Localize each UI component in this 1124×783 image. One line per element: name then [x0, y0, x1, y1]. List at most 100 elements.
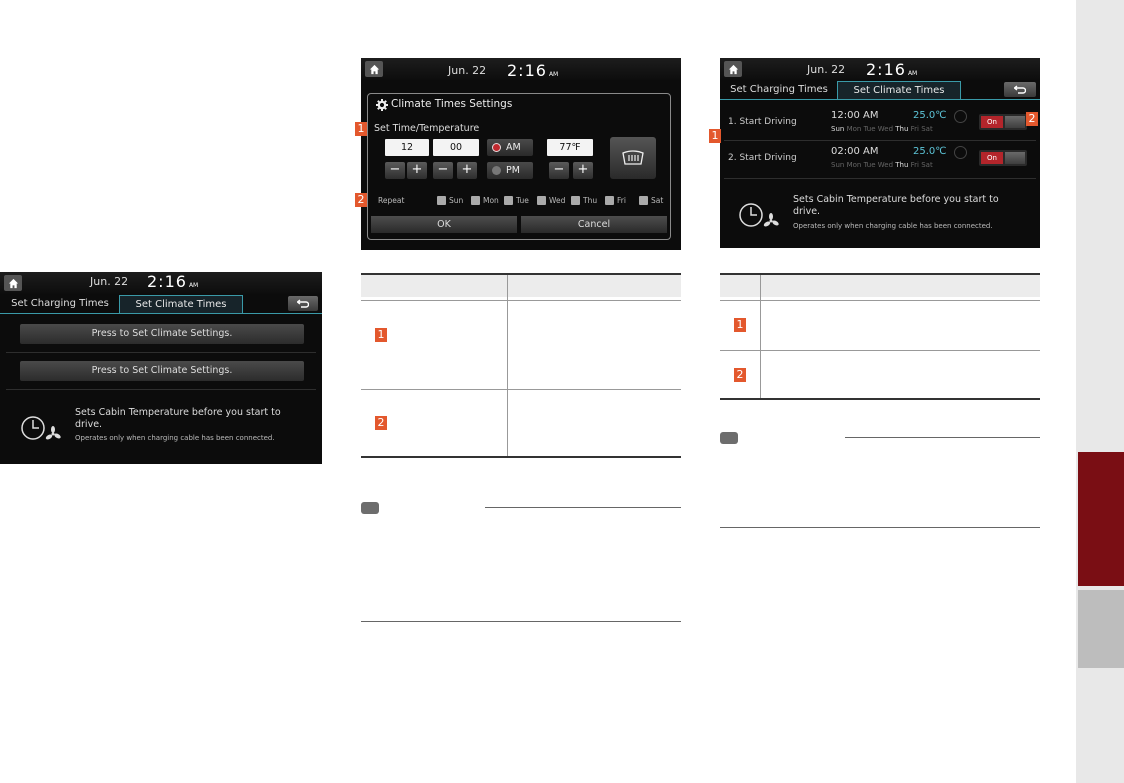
day-label-sat: Sat — [651, 196, 664, 205]
row-separator — [6, 352, 316, 353]
table-bottom-rule — [361, 456, 681, 458]
status-date: Jun. 22 — [807, 63, 846, 76]
tab-set-charging-times[interactable]: Set Charging Times — [722, 81, 836, 99]
row-separator — [724, 140, 1036, 141]
gear-icon — [376, 99, 388, 111]
ok-button[interactable]: OK — [371, 216, 517, 233]
status-bar: Jun. 22 2:16 AM — [720, 58, 1040, 80]
info-text: Sets Cabin Temperature before you start … — [793, 194, 999, 217]
hour-field[interactable]: 12 — [385, 139, 429, 156]
table-header — [720, 273, 1040, 297]
table-column-divider — [507, 275, 508, 457]
minute-increase-button[interactable]: + — [457, 162, 477, 179]
dialog-title: Climate Times Settings — [391, 98, 513, 110]
note-bottom-rule — [720, 527, 1040, 528]
pm-radio[interactable]: PM — [487, 162, 533, 179]
table-row-divider — [720, 350, 1040, 351]
day-label-sun: Sun — [449, 196, 464, 205]
home-icon — [8, 278, 18, 288]
day-label-wed: Wed — [549, 196, 566, 205]
day-checkbox-sun[interactable] — [437, 196, 446, 205]
callout-2: 2 — [1026, 112, 1038, 126]
day-checkbox-sat[interactable] — [639, 196, 648, 205]
info-text: Sets Cabin Temperature before you start … — [75, 407, 281, 430]
row-separator — [6, 389, 316, 390]
tab-underline — [720, 99, 1040, 100]
back-arrow-icon — [297, 299, 309, 308]
radio-unselected-icon — [492, 166, 501, 175]
back-button[interactable] — [1004, 82, 1036, 97]
day-checkbox-thu[interactable] — [571, 196, 580, 205]
note-icon — [361, 502, 379, 514]
table-row-divider — [361, 389, 681, 390]
climate-settings-button-1[interactable]: Press to Set Climate Settings. — [20, 324, 304, 344]
climate-times-screen: Jun. 22 2:16 AM Set Charging Times Set Cl… — [0, 272, 322, 464]
note-header-rule — [485, 507, 681, 508]
climate-settings-button-2[interactable]: Press to Set Climate Settings. — [20, 361, 304, 381]
rear-defrost-icon — [622, 150, 644, 165]
defrost-button[interactable] — [610, 137, 656, 179]
schedule-2-time: 02:00 AM — [831, 146, 879, 157]
table-header — [361, 273, 681, 297]
status-date: Jun. 22 — [448, 64, 487, 77]
day-checkbox-wed[interactable] — [537, 196, 546, 205]
back-arrow-icon — [1014, 85, 1026, 94]
climate-settings-dialog-screen: Jun. 22 2:16 AM Climate Times Settings Se… — [361, 58, 681, 250]
clock-fan-icon — [739, 203, 779, 227]
day-checkbox-mon[interactable] — [471, 196, 480, 205]
back-button[interactable] — [288, 296, 318, 311]
set-time-temperature-label: Set Time/Temperature — [374, 123, 480, 134]
status-clock: 2:16 AM — [866, 60, 918, 79]
day-label-tue: Tue — [516, 196, 529, 205]
home-button[interactable] — [365, 61, 383, 77]
schedule-2-toggle[interactable]: On — [979, 150, 1027, 166]
home-button[interactable] — [724, 61, 742, 77]
status-clock: 2:16 AM — [507, 61, 559, 80]
temperature-increase-button[interactable]: + — [573, 162, 593, 179]
table-column-divider — [760, 275, 761, 399]
day-label-thu: Thu — [583, 196, 598, 205]
hour-increase-button[interactable]: + — [407, 162, 427, 179]
temperature-field[interactable]: 77℉ — [547, 139, 593, 156]
home-button[interactable] — [4, 275, 22, 291]
callout-1: 1 — [355, 122, 367, 136]
schedule-1-time: 12:00 AM — [831, 110, 879, 121]
tab-set-climate-times[interactable]: Set Climate Times — [837, 81, 961, 100]
defrost-indicator-icon — [954, 110, 967, 123]
day-label-mon: Mon — [483, 196, 499, 205]
repeat-label: Repeat — [378, 196, 405, 205]
day-checkbox-fri[interactable] — [605, 196, 614, 205]
temperature-decrease-button[interactable]: − — [549, 162, 569, 179]
schedule-1-days: Sun Mon Tue Wed Thu Fri Sat — [831, 125, 933, 133]
note-bottom-rule — [361, 621, 681, 622]
schedule-2-days: Sun Mon Tue Wed Thu Fri Sat — [831, 161, 933, 169]
info-note: Operates only when charging cable has be… — [793, 222, 993, 230]
schedule-1-title: 1. Start Driving — [728, 117, 797, 127]
chapter-tab-active — [1078, 452, 1124, 586]
table-bottom-rule — [720, 398, 1040, 400]
table-callout-1: 1 — [734, 318, 746, 332]
table-callout-2: 2 — [734, 368, 746, 382]
schedule-1-toggle[interactable]: On — [979, 114, 1027, 130]
home-icon — [728, 64, 738, 74]
status-bar: Jun. 22 2:16 AM — [361, 58, 681, 80]
home-icon — [369, 64, 379, 74]
schedule-1-temperature: 25.0℃ — [913, 110, 947, 121]
hour-decrease-button[interactable]: − — [385, 162, 405, 179]
cancel-button[interactable]: Cancel — [521, 216, 667, 233]
tab-underline — [0, 313, 322, 314]
day-checkbox-tue[interactable] — [504, 196, 513, 205]
note-header-rule — [845, 437, 1040, 438]
callout-2: 2 — [355, 193, 367, 207]
schedule-2-title: 2. Start Driving — [728, 153, 797, 163]
tab-set-climate-times[interactable]: Set Climate Times — [119, 295, 243, 314]
row-separator — [724, 178, 1036, 179]
table-callout-2: 2 — [375, 416, 387, 430]
am-radio[interactable]: AM — [487, 139, 533, 156]
climate-schedule-screen: Jun. 22 2:16 AM Set Charging Times Set Cl… — [720, 58, 1040, 248]
info-note: Operates only when charging cable has be… — [75, 434, 275, 442]
minute-field[interactable]: 00 — [433, 139, 479, 156]
minute-decrease-button[interactable]: − — [433, 162, 453, 179]
tab-set-charging-times[interactable]: Set Charging Times — [2, 295, 118, 313]
table-row-divider — [361, 300, 681, 301]
